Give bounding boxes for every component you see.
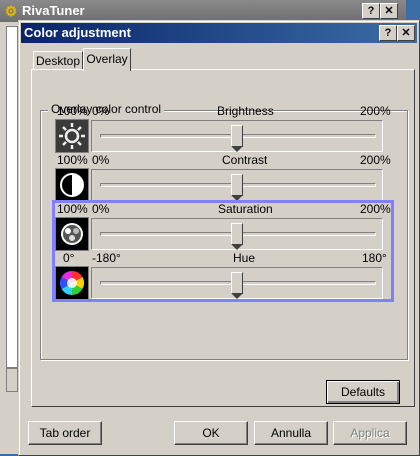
dialog-help-button[interactable]: ?	[379, 25, 397, 41]
dialog-title-bar: Color adjustment ? ✕	[21, 23, 417, 43]
brightness-slider-thumb[interactable]	[231, 125, 243, 152]
cancel-button[interactable]: Annulla	[254, 421, 328, 445]
contrast-label: Contrast	[222, 153, 268, 167]
contrast-min-label: 0%	[92, 153, 110, 167]
background-panel	[6, 26, 18, 368]
sun-icon	[55, 119, 89, 153]
contrast-slider[interactable]	[91, 169, 383, 201]
defaults-button[interactable]: Defaults	[326, 380, 400, 404]
ok-button[interactable]: OK	[174, 421, 248, 445]
brightness-slider[interactable]	[91, 120, 383, 152]
brightness-label: Brightness	[217, 104, 274, 118]
background-title-bar: ⚙ RivaTuner ? ✕	[0, 0, 406, 22]
highlight-rectangle	[52, 200, 394, 302]
apply-button[interactable]: Applica	[333, 421, 407, 445]
brightness-value-label: 100%	[57, 104, 88, 118]
contrast-icon	[55, 168, 89, 202]
background-panel-button	[6, 368, 18, 392]
dialog-close-button[interactable]: ✕	[397, 25, 415, 41]
tab-order-button[interactable]: Tab order	[28, 421, 102, 445]
contrast-max-label: 200%	[360, 153, 391, 167]
tab-overlay[interactable]: Overlay	[83, 48, 131, 71]
contrast-value-label: 100%	[57, 153, 88, 167]
brightness-max-label: 200%	[360, 104, 391, 118]
background-window-title: RivaTuner	[22, 3, 85, 18]
background-close-button[interactable]: ✕	[380, 3, 398, 19]
brightness-min-label: 0%	[92, 104, 110, 118]
tab-desktop[interactable]: Desktop	[33, 51, 83, 70]
gear-icon: ⚙	[4, 3, 18, 19]
contrast-slider-thumb[interactable]	[231, 174, 243, 201]
dialog-title: Color adjustment	[24, 25, 131, 40]
background-help-button[interactable]: ?	[362, 3, 380, 19]
